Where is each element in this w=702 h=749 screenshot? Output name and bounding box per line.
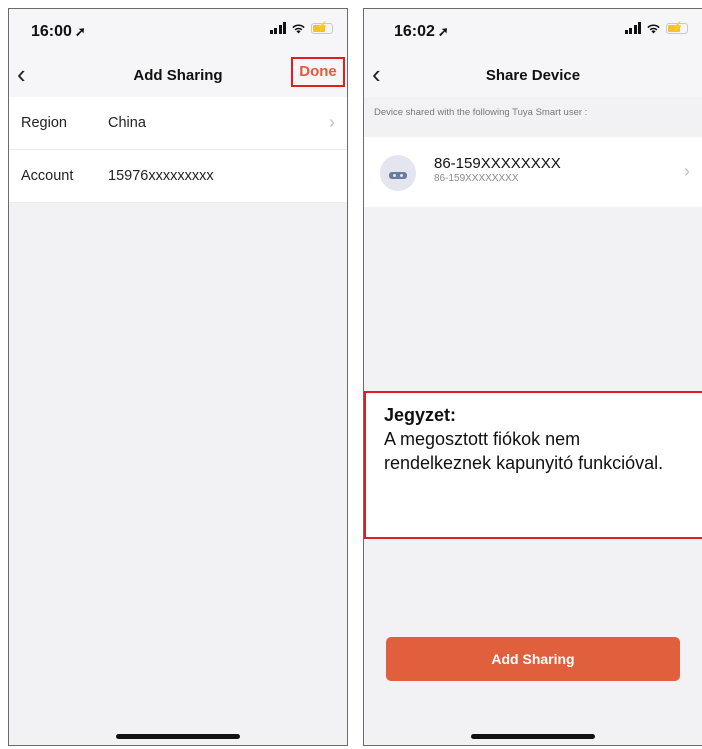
system-icons: ⚡ [269, 22, 333, 34]
time-text: 16:00 [31, 23, 72, 40]
region-value: China [108, 115, 146, 131]
battery-charging-icon: ⚡ [666, 22, 688, 34]
cellular-signal-icon [269, 22, 286, 34]
wifi-icon [647, 23, 660, 33]
note-title: Jegyzet: [384, 405, 457, 425]
status-time: 16:00 ➚ [31, 23, 86, 41]
user-account: 86-159XXXXXXXX [434, 173, 519, 184]
add-sharing-button[interactable]: Add Sharing [386, 637, 680, 681]
shared-users-hint: Device shared with the following Tuya Sm… [374, 107, 588, 118]
done-button[interactable]: Done [291, 57, 345, 87]
note-box: Jegyzet: A megosztott fiókok nem rendelk… [364, 391, 702, 539]
page-title: Share Device [485, 67, 581, 84]
shared-user-row[interactable]: 86-159XXXXXXXX 86-159XXXXXXXX › [364, 137, 702, 207]
avatar [380, 155, 416, 191]
sharing-form: Region China › Account 15976xxxxxxxxx [9, 97, 347, 203]
account-field[interactable]: 15976xxxxxxxxx [108, 168, 214, 184]
battery-charging-icon: ⚡ [311, 22, 333, 34]
time-text: 16:02 [394, 23, 435, 40]
account-row[interactable]: Account 15976xxxxxxxxx [9, 150, 347, 203]
status-time: 16:02 ➚ [394, 23, 449, 41]
region-row[interactable]: Region China › [9, 97, 347, 150]
nav-bar: ‹ Share Device [364, 55, 702, 97]
user-name: 86-159XXXXXXXX [434, 155, 561, 172]
home-indicator [116, 734, 240, 739]
chevron-right-icon: › [329, 112, 335, 132]
account-label: Account [21, 168, 74, 184]
nav-bar: ‹ Add Sharing Done [9, 55, 347, 97]
status-bar: 16:02 ➚ ⚡ [364, 9, 702, 55]
chevron-right-icon: › [684, 161, 690, 181]
left-phone-screen: 16:00 ➚ ⚡ ‹ Add Sharing Done Region China… [8, 8, 348, 746]
status-bar: 16:00 ➚ ⚡ [9, 9, 347, 55]
right-phone-screen: 16:02 ➚ ⚡ ‹ Share Device Device shared wi… [363, 8, 702, 746]
location-arrow-icon: ➚ [74, 24, 86, 39]
region-label: Region [21, 115, 67, 131]
cellular-signal-icon [624, 22, 641, 34]
system-icons: ⚡ [624, 22, 688, 34]
note-text: A megosztott fiókok nem rendelkeznek kap… [384, 429, 664, 473]
home-indicator [471, 734, 595, 739]
location-arrow-icon: ➚ [437, 24, 449, 39]
wifi-icon [292, 23, 305, 33]
